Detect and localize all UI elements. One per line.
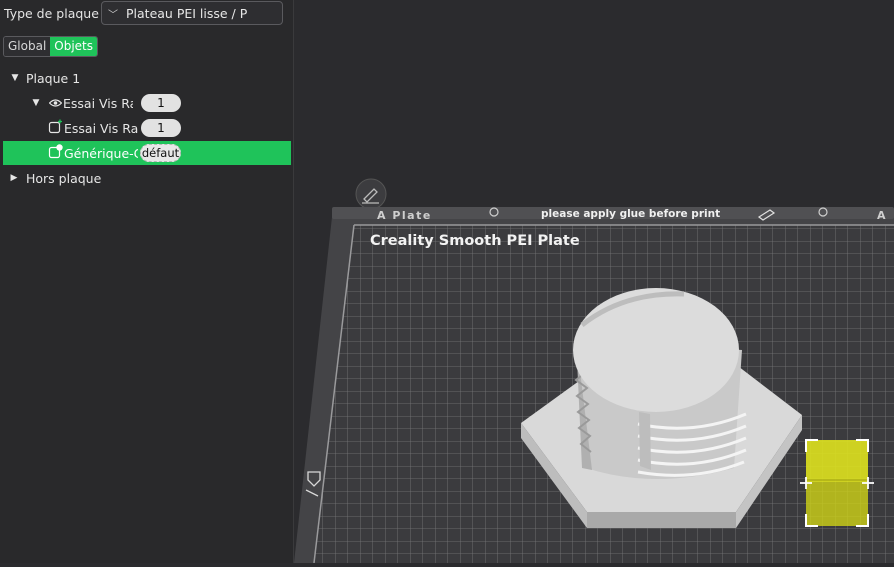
plate-tab-right: A [877,209,886,222]
3d-viewport[interactable]: A Plate please apply glue before print A… [294,0,894,564]
plate-brand-text: Creality Smooth PEI Plate [370,233,580,249]
chevron-down-icon: ﹀ [108,9,118,21]
modifier-cube[interactable] [800,439,874,527]
object-list-panel: Type de plaque ﹀ Plateau PEI lisse / P G… [0,0,294,563]
object-count-badge[interactable]: 1 [141,94,181,112]
eye-icon[interactable] [48,96,63,111]
view-mode-tabs: Global Objets [3,36,99,57]
plate-type-dropdown[interactable]: ﹀ Plateau PEI lisse / P [101,1,283,25]
tab-objects[interactable]: Objets [50,37,98,56]
object-name: Essai Vis Rap [63,95,133,111]
expand-arrow-icon[interactable]: ▼ [9,73,21,83]
tree-item-plate[interactable]: ▼ Plaque 1 [3,66,291,90]
tree-item-outside-plate[interactable]: ▶ Hors plaque [3,166,291,190]
modifier-icon [48,144,64,162]
filament-badge[interactable]: défaut [140,144,181,162]
modifier-name: Générique-C [64,145,138,161]
part-name: Essai Vis Rap [64,120,138,136]
expand-arrow-icon[interactable]: ▼ [30,98,42,108]
plate-type-value: Plateau PEI lisse / P [126,5,248,21]
plate-notice: please apply glue before print [541,208,720,220]
plate-tab-left: A Plate [377,209,432,222]
edit-plate-button[interactable] [355,178,387,210]
collapse-arrow-icon[interactable]: ▶ [8,173,20,183]
tab-global[interactable]: Global [4,37,51,56]
part-icon [48,119,64,137]
plate-label: Plaque 1 [26,70,81,86]
part-count-badge[interactable]: 1 [141,119,181,137]
plate-type-label: Type de plaque [4,6,99,21]
outside-plate-label: Hors plaque [26,170,102,186]
